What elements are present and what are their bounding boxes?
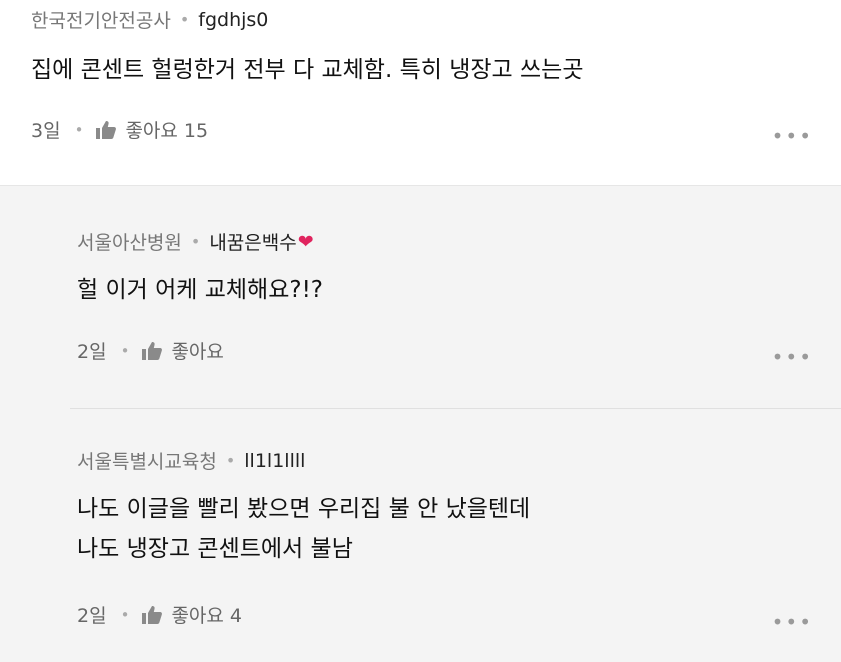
author-affiliation: 서울특별시교육청 — [77, 451, 217, 473]
comment-meta: 한국전기안전공사 • fgdhjs0 — [31, 6, 268, 33]
heart-icon: ❤ — [297, 230, 314, 253]
reply-meta: 서울특별시교육청 • ll1l1llll — [77, 447, 305, 474]
separator-dot: • — [120, 341, 130, 360]
like-button[interactable]: 좋아요 15 — [95, 116, 208, 143]
comment-time: 3일 — [31, 120, 61, 142]
reply-actions: 2일 • 좋아요 — [77, 337, 224, 364]
comment-text: 집에 콘센트 헐렁한거 전부 다 교체함. 특히 냉장고 쓰는곳 — [31, 50, 583, 90]
reply-text: 헐 이거 어케 교체해요?!? — [77, 270, 323, 310]
separator-dot: • — [179, 10, 190, 29]
like-button[interactable]: 좋아요 — [141, 337, 224, 364]
thumbs-up-icon — [142, 341, 163, 360]
separator-dot: • — [120, 605, 130, 624]
reply-time: 2일 — [77, 341, 107, 363]
more-options-icon[interactable]: ••• — [772, 124, 813, 148]
more-options-icon[interactable]: ••• — [772, 610, 813, 634]
author-nickname[interactable]: fgdhjs0 — [198, 9, 268, 31]
author-nickname[interactable]: ll1l1llll — [244, 450, 305, 472]
comment-actions: 3일 • 좋아요 15 — [31, 116, 208, 143]
separator-dot: • — [225, 451, 236, 470]
thumbs-up-icon — [96, 120, 117, 139]
thumbs-up-icon — [142, 605, 163, 624]
separator-dot: • — [190, 232, 201, 251]
like-label: 좋아요 — [171, 341, 224, 363]
replies-section: 서울아산병원 • 내꿈은백수 ❤ 헐 이거 어케 교체해요?!? 2일 • 좋아… — [0, 185, 841, 662]
like-button[interactable]: 좋아요 4 — [141, 601, 242, 628]
reply-line: 나도 이글을 빨리 봤으면 우리집 불 안 났을텐데 — [77, 496, 531, 522]
reply-meta: 서울아산병원 • 내꿈은백수 ❤ — [77, 228, 314, 255]
reply-actions: 2일 • 좋아요 4 — [77, 601, 242, 628]
like-count: 좋아요 15 — [125, 120, 209, 142]
reply-item: 서울아산병원 • 내꿈은백수 ❤ 헐 이거 어케 교체해요?!? 2일 • 좋아… — [70, 186, 841, 408]
separator-dot: • — [74, 120, 84, 139]
author-affiliation: 서울아산병원 — [77, 232, 182, 254]
comment-item: 한국전기안전공사 • fgdhjs0 집에 콘센트 헐렁한거 전부 다 교체함.… — [0, 0, 841, 185]
comment-line: 집에 콘센트 헐렁한거 전부 다 교체함. 특히 냉장고 쓰는곳 — [31, 57, 584, 83]
reply-item: 서울특별시교육청 • ll1l1llll 나도 이글을 빨리 봤으면 우리집 불… — [70, 409, 841, 662]
reply-line: 나도 냉장고 콘센트에서 불남 — [77, 536, 353, 562]
reply-time: 2일 — [77, 605, 107, 627]
like-count: 좋아요 4 — [171, 605, 243, 627]
author-affiliation: 한국전기안전공사 — [31, 10, 171, 32]
reply-line: 헐 이거 어케 교체해요?!? — [77, 277, 324, 303]
author-nickname[interactable]: 내꿈은백수 — [209, 228, 296, 255]
reply-text: 나도 이글을 빨리 봤으면 우리집 불 안 났을텐데 나도 냉장고 콘센트에서 … — [77, 489, 530, 569]
more-options-icon[interactable]: ••• — [772, 345, 813, 369]
